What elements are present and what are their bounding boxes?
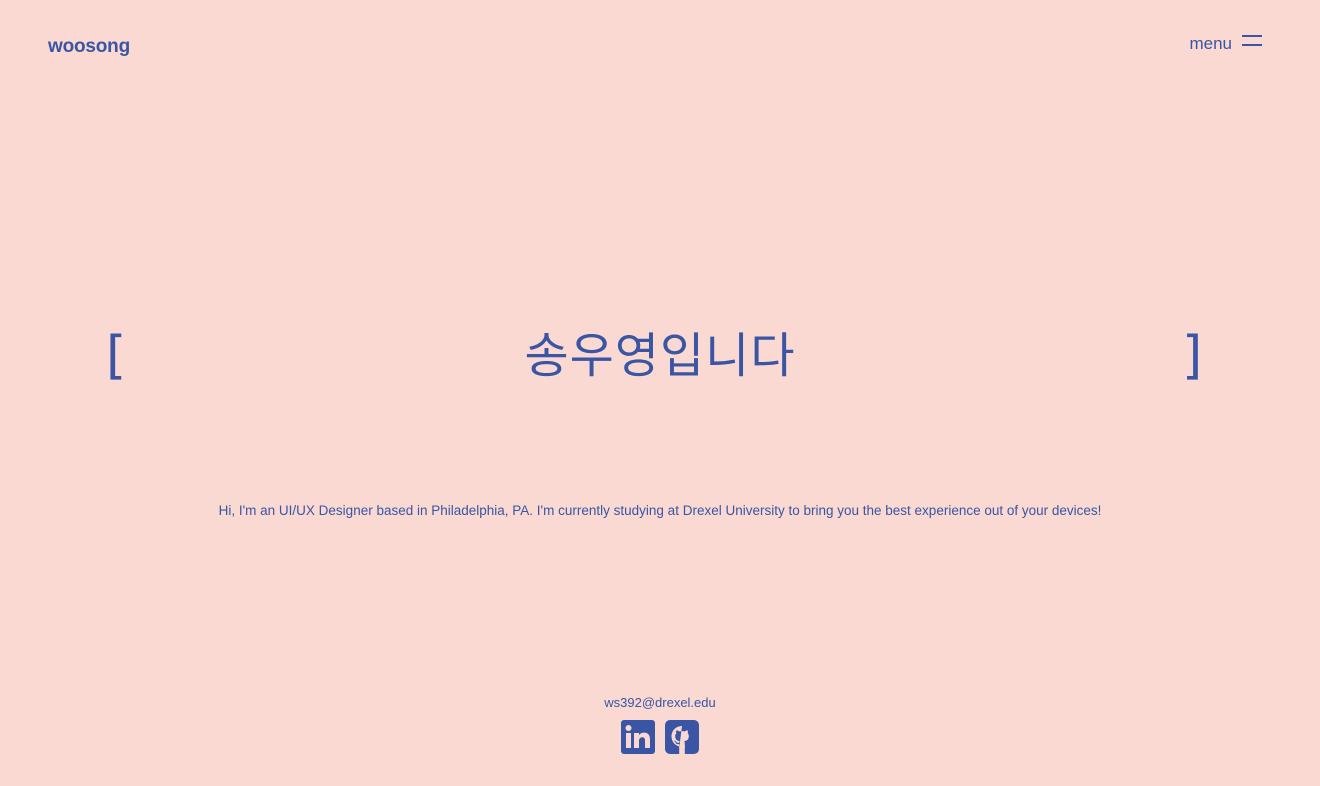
github-icon[interactable] bbox=[665, 720, 699, 754]
menu-icon-bar-top bbox=[1242, 35, 1262, 37]
email-link[interactable]: ws392@drexel.edu bbox=[604, 695, 715, 710]
hero-title: 송우영입니다 bbox=[524, 328, 796, 384]
linkedin-icon[interactable] bbox=[621, 720, 655, 754]
menu-button[interactable]: menu bbox=[1189, 34, 1262, 54]
menu-icon-bar-bottom bbox=[1242, 44, 1262, 46]
menu-label: menu bbox=[1189, 34, 1232, 53]
hamburger-menu-icon bbox=[1242, 35, 1262, 47]
social-links bbox=[0, 720, 1320, 754]
hero-bracket-right: ] bbox=[1182, 326, 1203, 386]
site-logo[interactable]: woosong bbox=[48, 36, 130, 58]
footer: ws392@drexel.edu bbox=[0, 694, 1320, 754]
intro-text: Hi, I'm an UI/UX Designer based in Phila… bbox=[218, 503, 1102, 518]
